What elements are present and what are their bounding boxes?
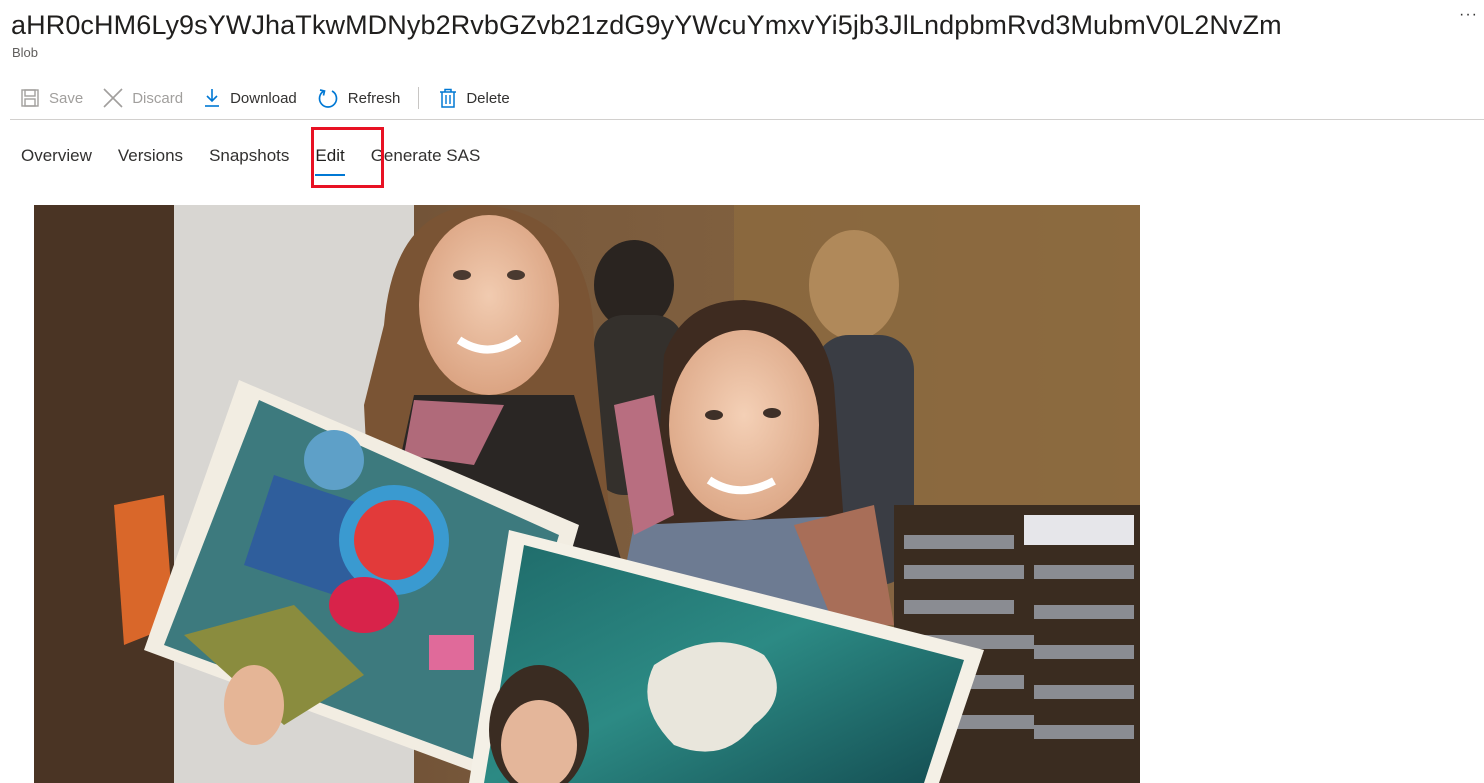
- tab-generate-sas[interactable]: Generate SAS: [358, 138, 494, 178]
- toolbar-divider: [418, 87, 420, 109]
- download-icon: [205, 89, 220, 107]
- download-label: Download: [230, 89, 297, 107]
- discard-button[interactable]: Discard: [93, 82, 193, 114]
- blob-title: aHR0cHM6Ly9sYWJhaTkwMDNyb2RvbGZvb21zdG9y…: [11, 10, 1282, 40]
- photo-two-girls-holding-artwork: [34, 205, 1140, 783]
- save-button[interactable]: Save: [10, 82, 93, 114]
- tab-label: Overview: [21, 146, 92, 165]
- download-button[interactable]: Download: [193, 82, 307, 114]
- delete-button[interactable]: Delete: [429, 82, 519, 114]
- tab-label: Snapshots: [209, 146, 290, 165]
- active-tab-indicator: [315, 174, 345, 176]
- tab-overview[interactable]: Overview: [8, 138, 105, 178]
- tab-label: Generate SAS: [370, 146, 481, 165]
- save-icon: [21, 89, 39, 107]
- refresh-icon: [318, 89, 338, 108]
- tab-label: Versions: [117, 146, 184, 165]
- command-toolbar: Save Discard Download Refresh Delete: [10, 82, 520, 114]
- tab-versions[interactable]: Versions: [105, 138, 196, 178]
- tab-bar: Overview Versions Snapshots Edit Generat…: [8, 138, 493, 178]
- save-label: Save: [49, 89, 84, 107]
- discard-label: Discard: [132, 89, 184, 107]
- resource-type-label: Blob: [12, 45, 39, 60]
- tab-label: Edit: [315, 146, 345, 165]
- toolbar-divider-line: [10, 119, 1484, 120]
- tab-snapshots[interactable]: Snapshots: [196, 138, 302, 178]
- delete-label: Delete: [466, 89, 510, 107]
- more-options-button[interactable]: ···: [1459, 6, 1478, 24]
- tab-edit[interactable]: Edit: [302, 138, 357, 178]
- trash-icon: [440, 88, 457, 108]
- refresh-label: Refresh: [347, 89, 401, 107]
- refresh-button[interactable]: Refresh: [307, 82, 411, 114]
- image-preview: [34, 205, 1140, 783]
- close-icon: [103, 88, 123, 108]
